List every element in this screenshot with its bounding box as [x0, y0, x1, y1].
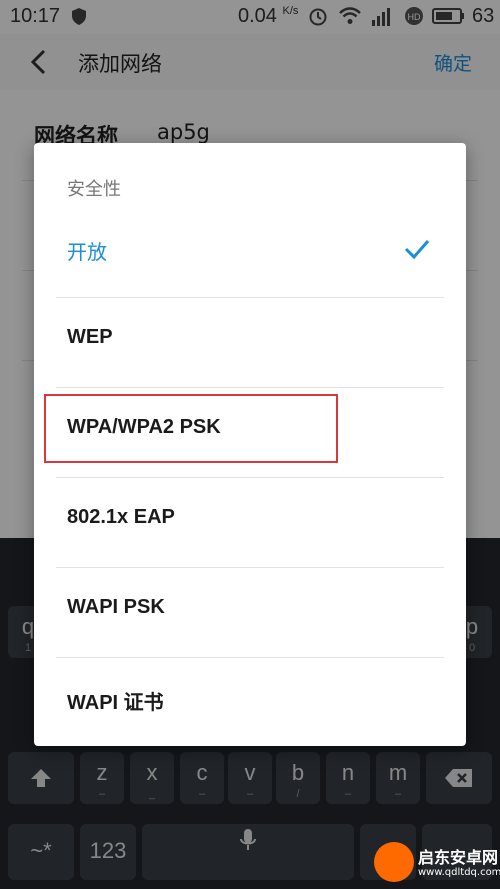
- option-label: WAPI PSK: [67, 596, 165, 618]
- watermark-logo-icon: [374, 842, 414, 882]
- dialog-title: 安全性: [67, 179, 121, 200]
- option-wep[interactable]: WEP: [56, 297, 444, 388]
- option-label: WAPI 证书: [67, 692, 164, 714]
- option-wapi-certificate[interactable]: WAPI 证书: [56, 657, 444, 747]
- option-8021x-eap[interactable]: 802.1x EAP: [56, 477, 444, 568]
- option-label: 开放: [67, 240, 107, 264]
- watermark-name: 启东安卓网: [418, 848, 499, 867]
- option-wapi-psk[interactable]: WAPI PSK: [56, 567, 444, 658]
- option-label: 802.1x EAP: [67, 506, 175, 528]
- security-dialog: 安全性 开放 WEP WPA/WPA2 PSK 802.1x EAP WAPI …: [34, 143, 466, 746]
- watermark: 启东安卓网 www.qdltdq.com: [372, 840, 500, 889]
- check-icon: [404, 240, 430, 260]
- watermark-url: www.qdltdq.com: [418, 867, 500, 878]
- option-label: WEP: [67, 326, 113, 348]
- highlight-box: [44, 394, 338, 463]
- option-open[interactable]: 开放: [56, 207, 444, 298]
